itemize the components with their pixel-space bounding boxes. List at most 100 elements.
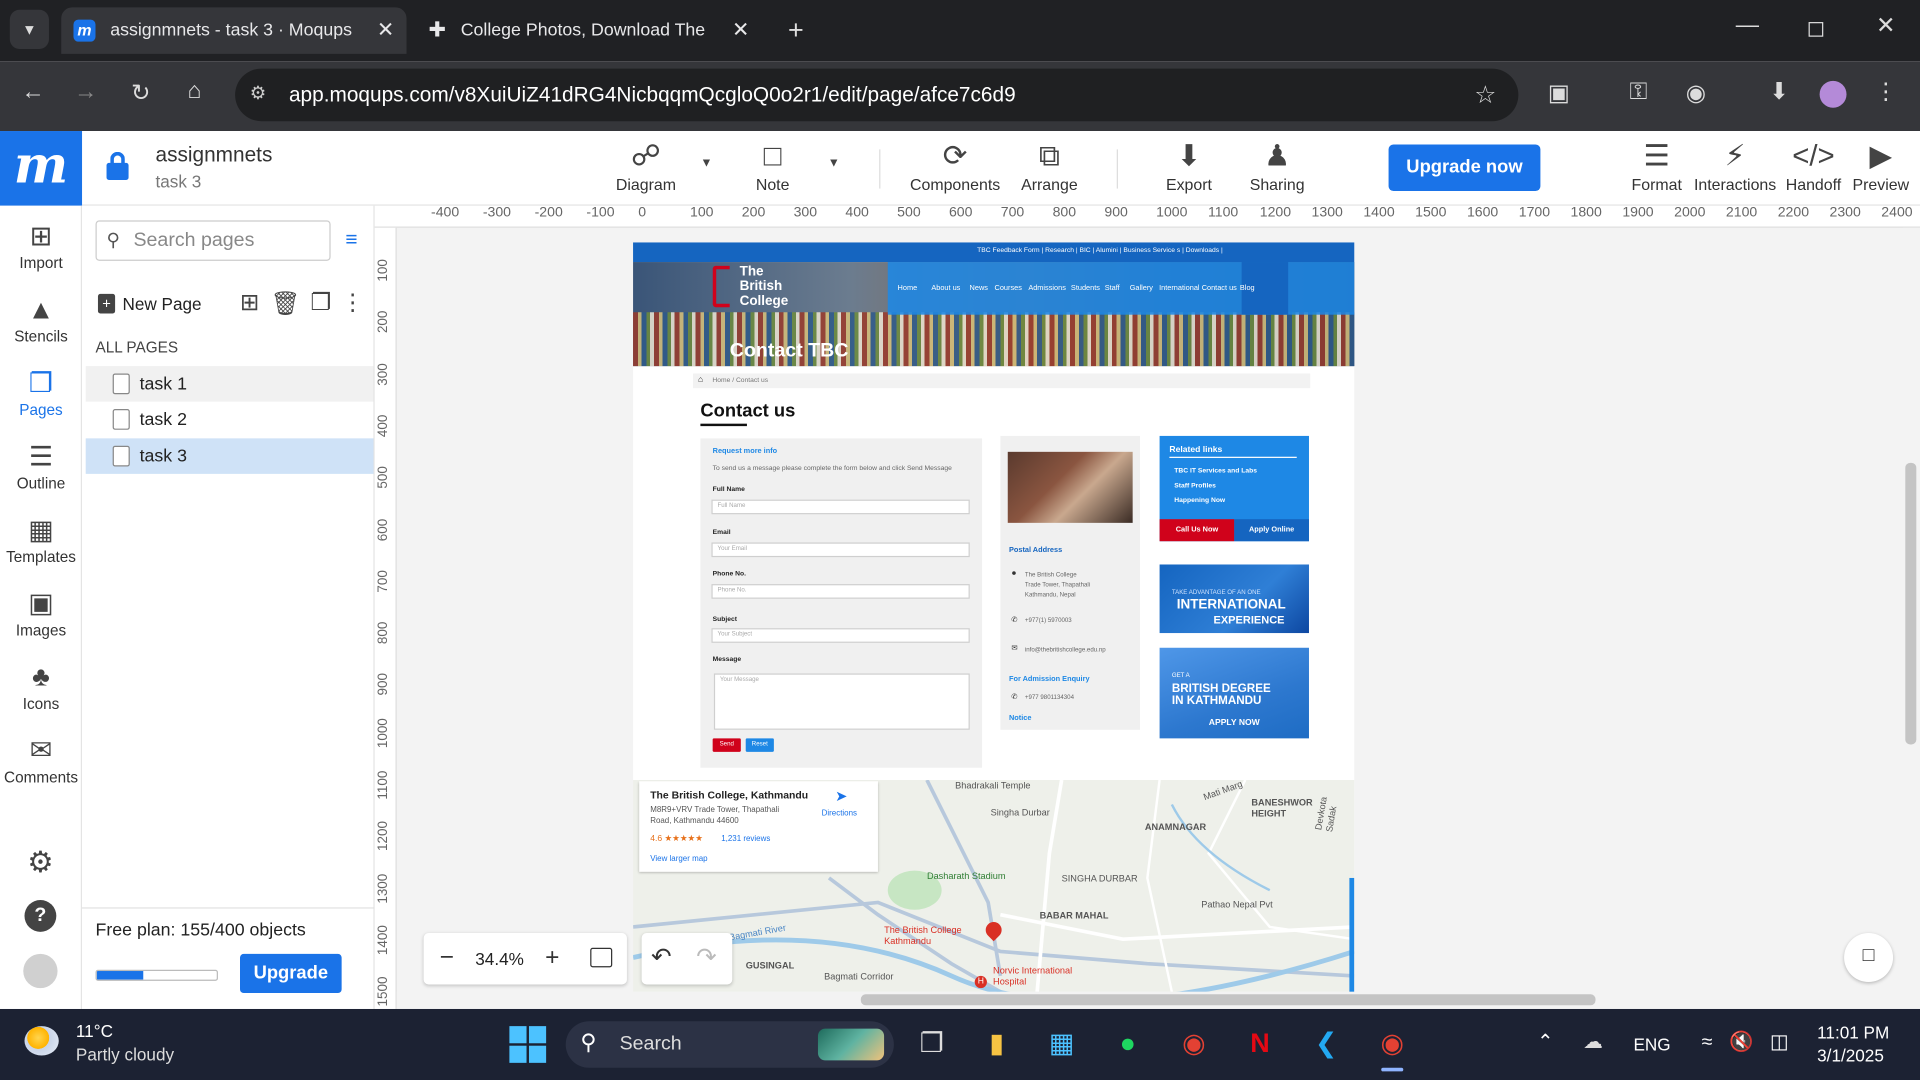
close-window-icon[interactable]: ✕ (1867, 12, 1904, 40)
zoom-out-button[interactable]: − (436, 944, 458, 972)
tab-college-photos[interactable]: ✚ College Photos, Download The ✕ (416, 7, 761, 54)
site-menu-item[interactable]: Admissions (1028, 285, 1066, 292)
site-menu-item[interactable]: Home (898, 285, 918, 292)
site-menu-item[interactable]: Contact us (1202, 285, 1237, 292)
message-field[interactable]: Your Message (713, 673, 970, 730)
redo-icon[interactable]: ↷ (694, 942, 718, 973)
language-indicator[interactable]: ENG (1633, 1035, 1670, 1055)
download-icon[interactable]: ⬇ (1763, 78, 1795, 106)
chevron-down-icon[interactable]: ▼ (700, 157, 712, 170)
horizontal-scroll-thumb[interactable] (860, 994, 1596, 1006)
chrome-menu-icon[interactable]: ⋮ (1871, 78, 1900, 106)
windows-start-icon[interactable] (509, 1026, 547, 1063)
spotify-icon[interactable]: ● (1107, 1019, 1149, 1068)
volume-muted-icon[interactable]: 🔇 (1727, 1019, 1756, 1068)
chevron-down-icon[interactable]: ▼ (828, 157, 840, 170)
upgrade-button[interactable]: Upgrade (240, 953, 342, 994)
site-menu-item[interactable]: Courses (995, 285, 1022, 292)
taskbar-search[interactable]: ⚲ Search (565, 1021, 894, 1068)
arrange-button[interactable]: ⧉ Arrange (1016, 138, 1082, 194)
delete-icon[interactable]: 🗑 (271, 289, 301, 318)
vscode-icon[interactable]: ❮ (1305, 1019, 1347, 1068)
site-menu-item[interactable]: About us (931, 285, 960, 292)
minimize-icon[interactable]: — (1729, 12, 1766, 39)
rail-comments[interactable]: ✉ Comments (0, 732, 82, 786)
help-icon[interactable]: ? (24, 900, 57, 932)
directions-icon[interactable]: ➤ (835, 787, 847, 804)
site-menu-item[interactable]: News (970, 285, 988, 292)
page-item-task-3[interactable]: task 3 (85, 438, 374, 474)
fit-screen-icon[interactable] (590, 947, 613, 968)
settings-gear-icon[interactable]: ⚙ (23, 845, 57, 881)
extensions-icon[interactable]: ▣ (1543, 80, 1575, 108)
place-reviews[interactable]: 1,231 reviews (721, 835, 770, 844)
task-view-icon[interactable]: ❐ (911, 1019, 953, 1068)
chrome-icon[interactable]: ◉ (1173, 1019, 1215, 1068)
moqups-logo[interactable]: m (0, 131, 83, 206)
site-logo[interactable]: The British College (710, 262, 798, 313)
weather-widget[interactable]: 11°C Partly cloudy (24, 1019, 208, 1070)
rail-icons[interactable]: ♣ Icons (0, 659, 82, 712)
user-avatar[interactable] (23, 953, 58, 989)
reload-icon[interactable]: ↻ (125, 80, 157, 108)
british-degree-banner[interactable]: GET A BRITISH DEGREE IN KATHMANDU APPLY … (1159, 647, 1309, 739)
store-icon[interactable]: ▦ (1041, 1019, 1083, 1068)
sharing-button[interactable]: ♟ Sharing (1242, 138, 1313, 194)
notice-link[interactable]: Notice (1009, 715, 1031, 722)
battery-icon[interactable]: ◫ (1763, 1019, 1795, 1068)
chat-bubble-button[interactable]: □ (1844, 933, 1894, 983)
password-key-icon[interactable]: ⚿ (1622, 80, 1654, 107)
incognito-icon[interactable]: ◉ (1680, 80, 1712, 108)
clock-date[interactable]: 3/1/2025 (1817, 1046, 1884, 1066)
components-button[interactable]: ⟳ Components (909, 138, 1002, 194)
zoom-in-button[interactable]: + (541, 944, 563, 972)
lock-icon[interactable] (105, 151, 129, 181)
larger-map-link[interactable]: View larger map (650, 855, 707, 864)
reset-button[interactable]: Reset (745, 738, 774, 752)
profile-avatar[interactable] (1819, 80, 1847, 108)
phone-field[interactable]: Phone No. (711, 584, 970, 599)
bookmark-star-icon[interactable]: ☆ (1474, 80, 1496, 111)
rail-outline[interactable]: ☰ Outline (0, 438, 82, 492)
chrome-profile-icon[interactable]: ◉ (1371, 1019, 1413, 1068)
interactions-button[interactable]: ⚡ Interactions (1692, 138, 1778, 194)
note-button[interactable]: □ Note (742, 138, 803, 194)
tray-app-icon[interactable]: ☁ (1577, 1019, 1609, 1068)
rail-templates[interactable]: ▦ Templates (0, 512, 82, 565)
wifi-icon[interactable]: ≈ (1692, 1019, 1721, 1068)
search-pages-input[interactable]: ⚲ Search pages (95, 220, 331, 261)
duplicate-icon[interactable]: ❐ (306, 289, 335, 317)
chevron-up-icon[interactable]: ⌃ (1531, 1019, 1560, 1068)
close-icon[interactable]: ✕ (732, 18, 749, 42)
netflix-icon[interactable]: N (1239, 1019, 1281, 1068)
export-button[interactable]: ⬇ Export (1158, 138, 1219, 194)
back-icon[interactable]: ← (17, 80, 49, 107)
new-page-button[interactable]: + New Page (97, 291, 202, 315)
project-name[interactable]: assignmnets (156, 143, 273, 167)
send-button[interactable]: Send (712, 738, 741, 752)
site-menu-item[interactable]: Staff (1105, 285, 1120, 292)
related-link-3[interactable]: Happening Now (1174, 497, 1225, 504)
format-button[interactable]: ☰ Format (1626, 138, 1687, 194)
more-options-icon[interactable]: ⋮ (340, 289, 364, 317)
site-menu-item[interactable]: Gallery (1130, 285, 1153, 292)
site-menu-item[interactable]: Blog (1240, 285, 1255, 292)
site-menu-item[interactable]: International (1159, 285, 1199, 292)
forward-icon[interactable]: → (70, 80, 102, 107)
file-explorer-icon[interactable]: ▮ (976, 1019, 1018, 1068)
vertical-scroll-thumb[interactable] (1905, 462, 1917, 745)
filter-icon[interactable]: ≡ (338, 228, 365, 252)
subject-field[interactable]: Your Subject (711, 628, 970, 643)
apply-online-button[interactable]: Apply Online (1234, 519, 1309, 542)
handoff-button[interactable]: </> Handoff (1783, 138, 1844, 194)
page-item-task-1[interactable]: task 1 (85, 366, 374, 402)
rail-pages[interactable]: ❐ Pages (0, 365, 82, 418)
related-link-2[interactable]: Staff Profiles (1174, 482, 1216, 489)
directions-link[interactable]: Directions (822, 809, 857, 818)
add-folder-icon[interactable]: ⊞ (235, 289, 264, 317)
restore-icon[interactable] (1808, 22, 1824, 37)
rail-import[interactable]: ⊞ Import (0, 218, 82, 271)
upgrade-now-button[interactable]: Upgrade now (1388, 144, 1541, 192)
international-banner[interactable]: TAKE ADVANTAGE OF AN ONE INTERNATIONAL E… (1159, 564, 1309, 634)
new-tab-icon[interactable]: + (779, 15, 813, 47)
